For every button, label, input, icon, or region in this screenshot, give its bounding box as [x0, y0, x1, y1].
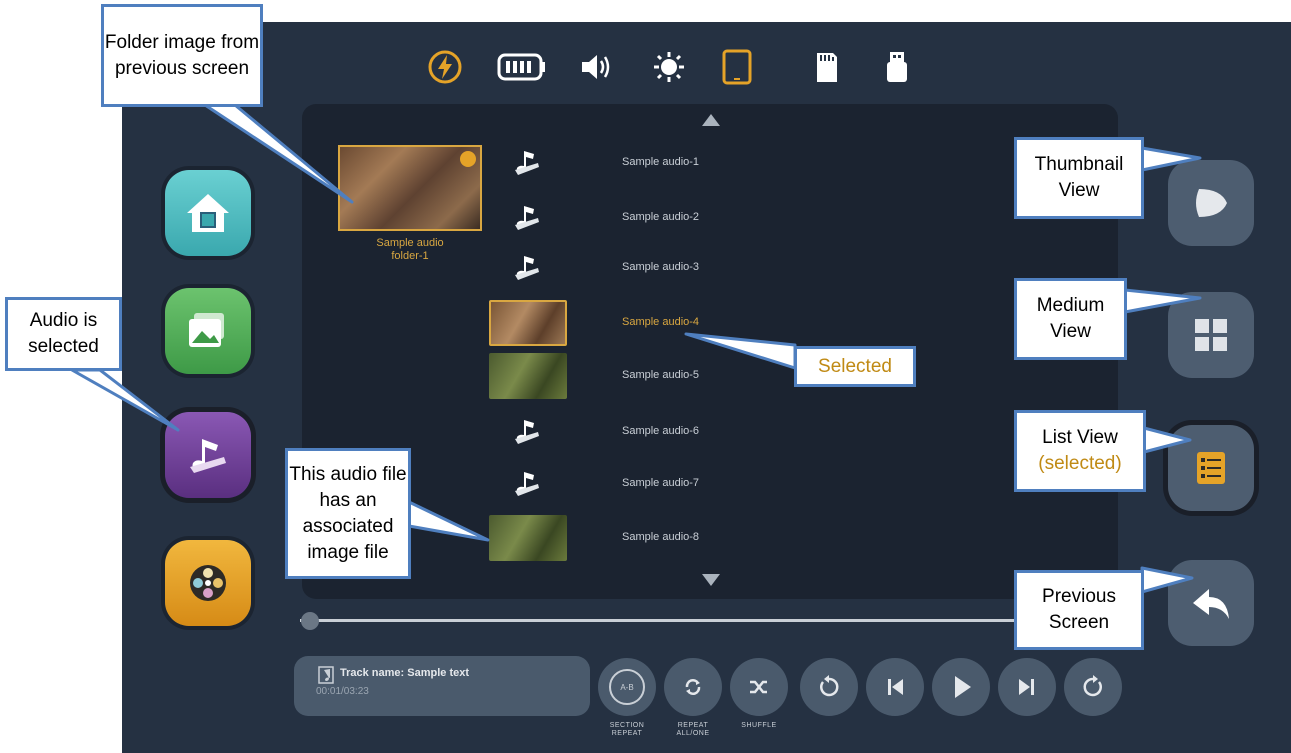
previous-screen-callout: Previous Screen	[1014, 570, 1144, 650]
audio-selected-callout: Audio is selected	[5, 297, 122, 371]
folder-image-callout: Folder image from previous screen	[101, 4, 263, 107]
associated-image-callout: This audio file has an associated image …	[285, 448, 411, 579]
folder-callout-pointer	[203, 103, 354, 204]
medium-callout-pointer	[1123, 288, 1202, 314]
selected-callout-pointer	[684, 332, 797, 370]
audio-callout-pointer	[70, 368, 180, 432]
previous-callout-pointer	[1140, 566, 1194, 594]
medium-view-callout: Medium View	[1014, 278, 1127, 360]
thumbnail-callout-pointer	[1140, 146, 1202, 172]
thumbnail-view-callout: Thumbnail View	[1014, 137, 1144, 219]
list-view-callout-text: List View	[1042, 427, 1118, 448]
associated-image-callout-pointer	[407, 500, 490, 542]
list-view-callout: List View (selected)	[1014, 410, 1146, 492]
selected-callout: Selected	[794, 346, 916, 387]
list-view-selected-text: (selected)	[1038, 453, 1122, 474]
list-callout-pointer	[1142, 426, 1192, 454]
